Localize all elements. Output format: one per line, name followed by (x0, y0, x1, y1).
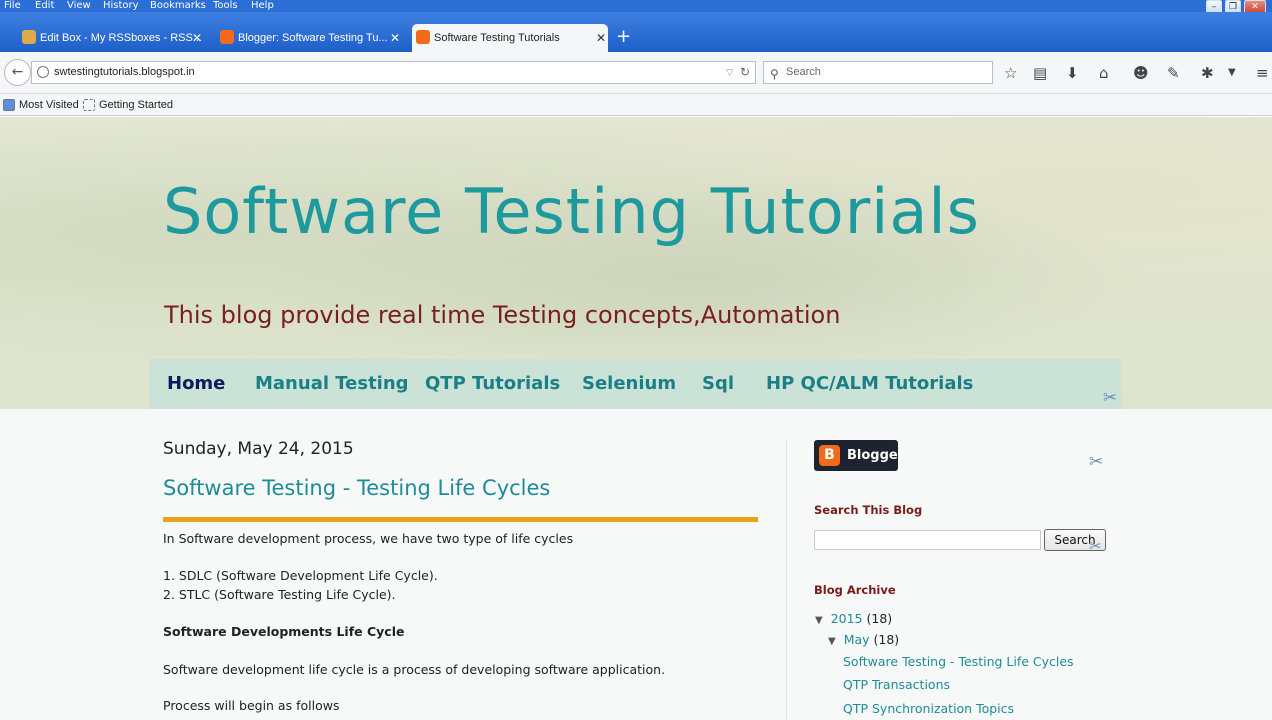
addon-dropdown-icon[interactable]: ▼ (1228, 65, 1236, 81)
blog-title[interactable]: Software Testing Tutorials (163, 175, 980, 248)
addon-icon[interactable]: ✱ (1201, 65, 1214, 81)
archive-post-link[interactable]: QTP Synchronization Topics (843, 701, 1014, 716)
archive-month[interactable]: ▼ May (18) (828, 632, 899, 647)
nav-home[interactable]: Home (167, 373, 225, 394)
bookmarks-toolbar: Most Visited Getting Started (0, 94, 1272, 116)
edit-gadget-icon[interactable]: ✂ (1103, 388, 1117, 408)
edit-gadget-icon[interactable]: ✂ (1089, 452, 1103, 472)
blog-nav: Home Manual Testing QTP Tutorials Seleni… (149, 359, 1121, 409)
blogger-badge-label: Blogger (847, 448, 905, 463)
menu-view[interactable]: View (67, 0, 91, 11)
archive-month-label[interactable]: May (844, 632, 870, 647)
search-blog-heading: Search This Blog (814, 503, 923, 517)
blogger-logo-icon: B (819, 445, 840, 466)
screenshot-icon[interactable]: ✎ (1167, 65, 1180, 81)
close-tab-icon[interactable]: ✕ (390, 24, 400, 52)
nav-selenium[interactable]: Selenium (582, 373, 676, 394)
rss-favicon-icon (22, 30, 36, 44)
menu-bar: File Edit View History Bookmarks Tools H… (0, 0, 1272, 15)
home-icon[interactable]: ⌂ (1099, 65, 1109, 81)
post-divider (163, 517, 758, 522)
globe-icon (37, 66, 49, 78)
menu-help[interactable]: Help (251, 0, 274, 11)
chat-icon[interactable]: ☻ (1133, 65, 1149, 81)
bookmark-most-visited[interactable]: Most Visited (2, 94, 79, 116)
edit-gadget-icon[interactable]: ✂ (1089, 537, 1102, 555)
url-dropdown-icon[interactable]: ▽ (726, 62, 733, 83)
url-text: swtestingtutorials.blogspot.in (54, 66, 195, 78)
tab-blogger[interactable]: Blogger: Software Testing Tu... ✕ (216, 24, 402, 52)
bookmark-label: Most Visited (19, 99, 79, 111)
menu-bookmarks[interactable]: Bookmarks (150, 0, 206, 11)
downloads-icon[interactable]: ⬇ (1066, 65, 1079, 81)
back-button[interactable]: ← (4, 59, 31, 86)
blog-search-input[interactable] (814, 530, 1041, 550)
search-input[interactable]: ⚲ Search (763, 61, 993, 84)
tab-rssboxes[interactable]: Edit Box - My RSSboxes - RSS... ✕ (18, 24, 204, 52)
tab-label: Edit Box - My RSSboxes - RSS... (40, 32, 202, 44)
new-tab-icon[interactable]: + (616, 27, 631, 47)
menu-file[interactable]: File (4, 0, 21, 11)
search-placeholder: Search (786, 66, 821, 78)
post-list-item: 1. SDLC (Software Development Life Cycle… (163, 568, 438, 583)
blog-description: This blog provide real time Testing conc… (164, 301, 841, 329)
bookmark-label: Getting Started (99, 99, 173, 111)
search-icon: ⚲ (770, 67, 779, 81)
web-page: Software Testing Tutorials This blog pro… (0, 117, 1272, 720)
close-tab-icon[interactable]: ✕ (192, 24, 202, 52)
archive-month-count: (18) (873, 632, 900, 647)
post-paragraph: Software development life cycle is a pro… (163, 662, 666, 677)
nav-hp-qc-alm[interactable]: HP QC/ALM Tutorials (766, 373, 973, 394)
nav-bar: ← swtestingtutorials.blogspot.in ▽ ↻ ⚲ S… (0, 52, 1272, 94)
close-tab-icon[interactable]: ✕ (596, 24, 606, 52)
bookmarks-list-icon[interactable]: ▤ (1033, 65, 1047, 81)
page-icon (83, 99, 95, 111)
post-title[interactable]: Software Testing - Testing Life Cycles (163, 476, 550, 500)
hamburger-menu-icon[interactable]: ≡ (1256, 65, 1269, 81)
url-input[interactable]: swtestingtutorials.blogspot.in ▽ ↻ (31, 61, 756, 84)
tab-software-testing[interactable]: Software Testing Tutorials ✕ (412, 24, 608, 52)
post-subheading: Software Developments Life Cycle (163, 624, 405, 639)
archive-post-link[interactable]: Software Testing - Testing Life Cycles (843, 654, 1074, 669)
blogger-badge[interactable]: B Blogger (814, 440, 904, 471)
reload-icon[interactable]: ↻ (740, 62, 750, 83)
blogger-favicon-icon (416, 30, 430, 44)
post-list-item: 2. STLC (Software Testing Life Cycle). (163, 587, 396, 602)
nav-manual-testing[interactable]: Manual Testing (255, 373, 409, 394)
nav-sql[interactable]: Sql (702, 373, 734, 394)
bookmark-star-icon[interactable]: ☆ (1004, 65, 1017, 81)
archive-year-label[interactable]: 2015 (831, 611, 863, 626)
menu-tools[interactable]: Tools (213, 0, 238, 11)
archive-post-link[interactable]: QTP Transactions (843, 677, 950, 692)
folder-icon (3, 99, 15, 111)
post-date: Sunday, May 24, 2015 (163, 439, 354, 459)
archive-year-count: (18) (866, 611, 893, 626)
collapse-arrow-icon[interactable]: ▼ (828, 636, 836, 647)
sidebar-divider (786, 439, 787, 720)
bookmark-getting-started[interactable]: Getting Started (82, 94, 173, 116)
collapse-arrow-icon[interactable]: ▼ (815, 615, 823, 626)
nav-qtp-tutorials[interactable]: QTP Tutorials (425, 373, 560, 394)
blogger-favicon-icon (220, 30, 234, 44)
tab-bar: Edit Box - My RSSboxes - RSS... ✕ Blogge… (0, 12, 1272, 52)
tab-label: Software Testing Tutorials (434, 32, 560, 44)
menu-history[interactable]: History (103, 0, 139, 11)
post-paragraph: Process will begin as follows (163, 698, 340, 713)
archive-year[interactable]: ▼ 2015 (18) (815, 611, 892, 626)
tab-label: Blogger: Software Testing Tu... (238, 32, 388, 44)
blog-archive-heading: Blog Archive (814, 583, 896, 597)
menu-edit[interactable]: Edit (35, 0, 54, 11)
post-paragraph: In Software development process, we have… (163, 531, 574, 546)
